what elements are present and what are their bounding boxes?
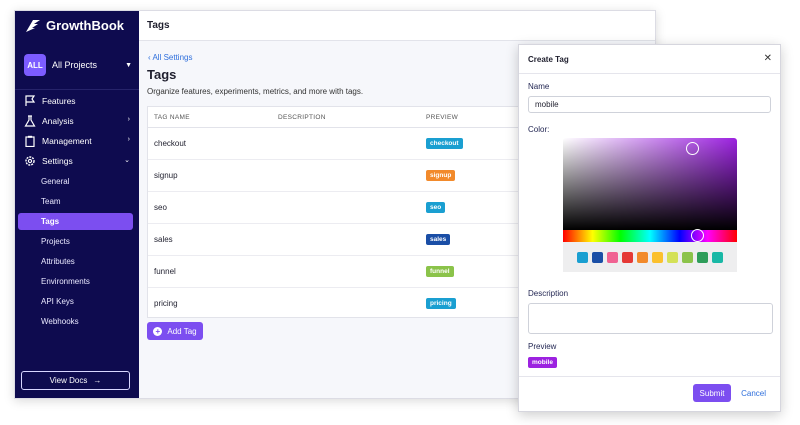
description-textarea[interactable] — [528, 303, 773, 334]
tag-preview: seo — [426, 202, 446, 213]
column-header-description[interactable]: DESCRIPTION — [278, 114, 326, 121]
color-swatch[interactable] — [652, 251, 663, 263]
logo[interactable]: GrowthBook — [25, 18, 124, 33]
sidebar-subitem-team[interactable]: Team — [15, 191, 139, 211]
add-tag-button[interactable]: + Add Tag — [147, 322, 203, 340]
preview-tag: mobile — [528, 357, 557, 368]
color-swatches — [563, 242, 737, 272]
hue-slider[interactable] — [563, 230, 737, 242]
color-swatch[interactable] — [622, 251, 633, 263]
tag-preview: checkout — [426, 138, 463, 149]
tag-preview: signup — [426, 170, 456, 181]
tag-preview: funnel — [426, 266, 454, 277]
project-name: All Projects — [52, 60, 98, 70]
topbar-title: Tags — [147, 20, 170, 31]
tag-name: funnel — [154, 267, 176, 276]
color-swatch[interactable] — [697, 251, 708, 263]
color-swatch[interactable] — [667, 251, 678, 263]
add-tag-label: Add Tag — [167, 326, 197, 336]
sidebar-subitem-environments[interactable]: Environments — [15, 271, 139, 291]
arrow-right-icon: → — [93, 376, 102, 385]
sidebar-subitem-api-keys[interactable]: API Keys — [15, 291, 139, 311]
flag-icon — [25, 95, 36, 106]
name-label: Name — [528, 82, 550, 91]
preview-label: Preview — [528, 342, 557, 351]
sidebar-item-label: Analysis — [42, 116, 74, 126]
chevron-right-icon: › — [127, 136, 130, 143]
sidebar-divider — [15, 89, 139, 90]
growthbook-logo-icon — [26, 19, 40, 32]
sidebar-item-analysis[interactable]: Analysis › — [15, 111, 139, 131]
sidebar-subitem-general[interactable]: General — [15, 171, 139, 191]
sidebar-subitem-webhooks[interactable]: Webhooks — [15, 311, 139, 331]
page-title: Tags — [147, 67, 177, 82]
page-description: Organize features, experiments, metrics,… — [147, 87, 364, 96]
color-swatch[interactable] — [637, 251, 648, 263]
tag-name: signup — [154, 171, 178, 180]
chevron-down-icon: ⌄ — [124, 157, 130, 164]
sidebar-item-label: Management — [42, 136, 92, 146]
sidebar-item-label: Features — [42, 96, 76, 106]
back-link-label: All Settings — [152, 53, 193, 62]
modal-header: Create Tag ✕ — [519, 45, 780, 74]
color-swatch[interactable] — [592, 251, 603, 263]
back-link[interactable]: ‹ All Settings — [148, 53, 192, 62]
hue-handle[interactable] — [691, 229, 704, 242]
color-swatch[interactable] — [712, 251, 723, 263]
sidebar-item-features[interactable]: Features — [15, 91, 139, 111]
chevron-right-icon: › — [127, 116, 130, 123]
chevron-down-icon: ▼ — [125, 61, 132, 69]
gear-icon — [25, 156, 35, 166]
modal-footer: Submit Cancel — [519, 376, 780, 411]
tag-name: seo — [154, 203, 167, 212]
column-header-tag-name[interactable]: TAG NAME — [154, 114, 190, 121]
sidebar-subitem-attributes[interactable]: Attributes — [15, 251, 139, 271]
tag-preview: sales — [426, 234, 451, 245]
topbar: Tags — [139, 11, 655, 41]
submit-button[interactable]: Submit — [693, 384, 731, 402]
sidebar-nav: Features Analysis › Management › Setting… — [15, 91, 139, 331]
plus-icon: + — [153, 326, 163, 336]
sidebar-item-management[interactable]: Management › — [15, 131, 139, 151]
clipboard-icon — [25, 135, 35, 147]
name-input[interactable]: mobile — [528, 96, 771, 113]
tag-name: checkout — [154, 139, 187, 148]
color-swatch[interactable] — [607, 251, 618, 263]
description-label: Description — [528, 289, 569, 298]
color-swatch[interactable] — [577, 251, 588, 263]
cancel-button[interactable]: Cancel — [741, 389, 766, 398]
sidebar-subitem-projects[interactable]: Projects — [15, 231, 139, 251]
flask-icon — [24, 115, 36, 127]
color-label: Color: — [528, 125, 550, 134]
modal-title: Create Tag — [528, 54, 569, 64]
color-swatch[interactable] — [682, 251, 693, 263]
chevron-left-icon: ‹ — [148, 53, 151, 62]
view-docs-button[interactable]: View Docs → — [21, 371, 130, 390]
tag-preview: pricing — [426, 298, 456, 309]
sidebar-item-settings[interactable]: Settings ⌄ — [15, 151, 139, 171]
saturation-area[interactable] — [563, 138, 737, 230]
project-badge: ALL — [24, 54, 46, 76]
project-selector[interactable]: ALL All Projects ▼ — [24, 53, 132, 77]
view-docs-label: View Docs — [49, 376, 88, 385]
sidebar-subitem-tags[interactable]: Tags — [18, 213, 133, 230]
sidebar-item-label: Settings — [42, 156, 73, 166]
app-name: GrowthBook — [46, 18, 124, 33]
tag-name: sales — [154, 235, 173, 244]
column-header-preview: PREVIEW — [426, 113, 459, 121]
color-picker[interactable] — [563, 138, 737, 272]
close-icon[interactable]: ✕ — [764, 53, 772, 64]
create-tag-modal: Create Tag ✕ Name mobile Color: Descript… — [518, 44, 781, 412]
saturation-handle[interactable] — [686, 142, 699, 155]
sidebar: GrowthBook ALL All Projects ▼ Features A… — [15, 11, 139, 398]
tag-name: pricing — [154, 299, 178, 308]
